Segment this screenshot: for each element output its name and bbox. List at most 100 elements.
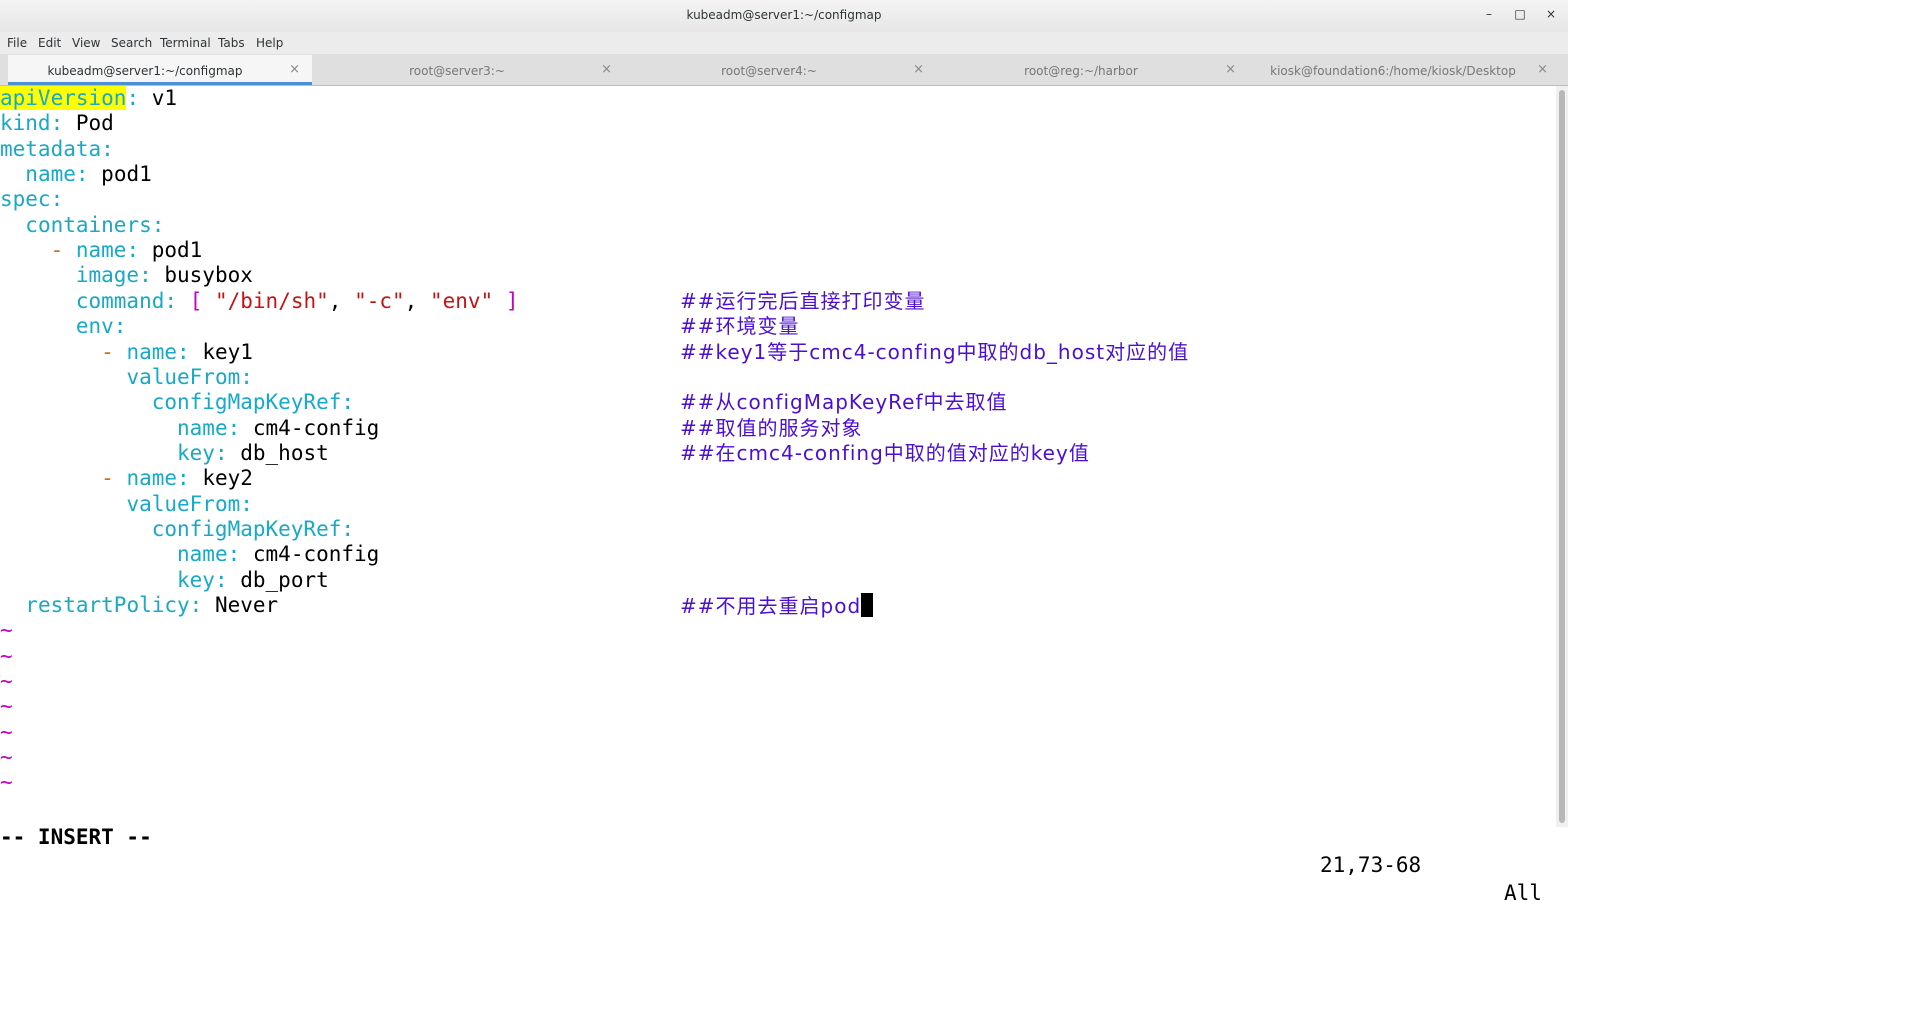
menu-search[interactable]: Search — [111, 36, 152, 50]
empty-line-tilde: ~ — [0, 669, 13, 694]
comment-text: ##从configMapKeyRef中去取值 — [680, 390, 1008, 415]
code-line: key: db_port — [0, 568, 329, 593]
window-title: kubeadm@server1:~/configmap — [686, 8, 882, 22]
close-window-icon[interactable]: × — [1541, 7, 1561, 21]
empty-line-tilde: ~ — [0, 719, 13, 744]
tab-reg[interactable]: root@reg:~/harbor × — [944, 55, 1248, 85]
comment-text: ##环境变量 — [680, 314, 800, 339]
yaml-colon: : — [50, 111, 64, 136]
yaml-colon: : — [164, 288, 178, 313]
window-titlebar: kubeadm@server1:~/configmap – □ × — [0, 0, 1568, 32]
maximize-icon[interactable]: □ — [1510, 7, 1530, 21]
tab-server1[interactable]: kubeadm@server1:~/configmap × — [8, 55, 312, 85]
code-line: - name: key2 — [0, 466, 253, 491]
scrollbar-thumb[interactable] — [1559, 90, 1565, 823]
comment-text: ##取值的服务对象 — [680, 415, 863, 440]
yaml-colon: : — [126, 86, 140, 110]
code-line: configMapKeyRef: — [0, 517, 354, 542]
code-line: key: db_host — [0, 441, 329, 466]
yaml-colon: : — [341, 516, 355, 541]
code-line: - name: pod1 — [0, 238, 203, 263]
tab-server3[interactable]: root@server3:~ × — [320, 55, 624, 85]
yaml-colon: : — [214, 440, 228, 465]
empty-line-tilde: ~ — [0, 643, 13, 668]
yaml-value: db_port — [227, 567, 329, 592]
tab-server4[interactable]: root@server4:~ × — [632, 55, 936, 85]
yaml-value: pod1 — [139, 238, 203, 263]
yaml-key: name — [177, 415, 228, 440]
yaml-value: key1 — [189, 339, 253, 364]
minimize-icon[interactable]: – — [1479, 7, 1499, 21]
code-line: configMapKeyRef: — [0, 390, 354, 415]
yaml-value: Never — [202, 593, 279, 617]
empty-line-tilde: ~ — [0, 694, 13, 719]
tab-label: root@reg:~/harbor — [1024, 64, 1138, 78]
yaml-colon: : — [126, 238, 140, 263]
yaml-value: v1 — [139, 86, 178, 110]
empty-line-tilde: ~ — [0, 745, 13, 770]
code-line: command: [ "/bin/sh", "-c", "env" ] — [0, 288, 519, 314]
yaml-key: command — [75, 288, 165, 313]
comment-line: ##运行完后直接打印变量 — [680, 289, 926, 314]
tab-label: kubeadm@server1:~/configmap — [47, 64, 243, 78]
close-tab-icon[interactable]: × — [1537, 62, 1548, 77]
yaml-key: name — [126, 339, 178, 364]
tab-foundation6[interactable]: kiosk@foundation6:/home/kiosk/Desktop × — [1256, 55, 1560, 85]
empty-line-tilde: ~ — [0, 618, 13, 643]
yaml-colon: : — [227, 542, 241, 567]
close-tab-icon[interactable]: × — [1225, 62, 1236, 77]
yaml-key: name — [126, 466, 178, 491]
comment-line: ##key1等于cmc4-confing中取的db_host对应的值 — [680, 340, 1189, 365]
menu-help[interactable]: Help — [256, 36, 283, 50]
menu-file[interactable]: File — [7, 36, 27, 50]
yaml-value: cm4-config — [240, 415, 380, 440]
command-arg: "-c" — [354, 288, 405, 313]
menu-tabs[interactable]: Tabs — [218, 36, 245, 50]
close-tab-icon[interactable]: × — [289, 62, 300, 77]
comment-text: ##不用去重启pod — [680, 594, 862, 618]
yaml-key: kind — [0, 111, 51, 136]
list-dash: - — [101, 466, 127, 491]
yaml-value: db_host — [227, 440, 329, 465]
menu-view[interactable]: View — [72, 36, 100, 50]
comment-text: ##key1等于cmc4-confing中取的db_host对应的值 — [680, 339, 1190, 364]
yaml-key: name — [177, 542, 228, 567]
menu-edit[interactable]: Edit — [38, 36, 61, 50]
yaml-colon: : — [50, 187, 64, 212]
empty-line-tilde: ~ — [0, 770, 13, 795]
yaml-colon: : — [240, 491, 253, 516]
yaml-key: image — [75, 263, 140, 288]
tab-bar: kubeadm@server1:~/configmap × root@serve… — [0, 54, 1568, 86]
menu-terminal[interactable]: Terminal — [160, 36, 211, 50]
close-tab-icon[interactable]: × — [913, 62, 924, 77]
scrollbar[interactable] — [1556, 86, 1568, 827]
yaml-colon: : — [177, 466, 190, 491]
code-line: name: cm4-config — [0, 416, 379, 441]
scroll-range: All — [1504, 881, 1542, 905]
command-close-bracket: ] — [493, 288, 519, 313]
code-line: spec: — [0, 187, 63, 212]
yaml-colon: : — [227, 415, 241, 440]
code-line: name: pod1 — [0, 162, 151, 187]
code-line: env: — [0, 314, 127, 339]
code-line: image: busybox — [0, 263, 253, 288]
yaml-key: spec — [0, 187, 51, 212]
code-line: apiVersion: v1 — [0, 86, 177, 111]
command-sep: , — [404, 288, 430, 313]
comment-text: ##运行完后直接打印变量 — [680, 288, 926, 313]
close-tab-icon[interactable]: × — [601, 62, 612, 77]
vim-editor[interactable]: apiVersion: v1 kind: Pod metadata: name: p… — [0, 86, 1556, 827]
yaml-key: env — [75, 314, 114, 339]
code-line: kind: Pod — [0, 111, 114, 136]
code-line: valueFrom: — [0, 491, 253, 517]
